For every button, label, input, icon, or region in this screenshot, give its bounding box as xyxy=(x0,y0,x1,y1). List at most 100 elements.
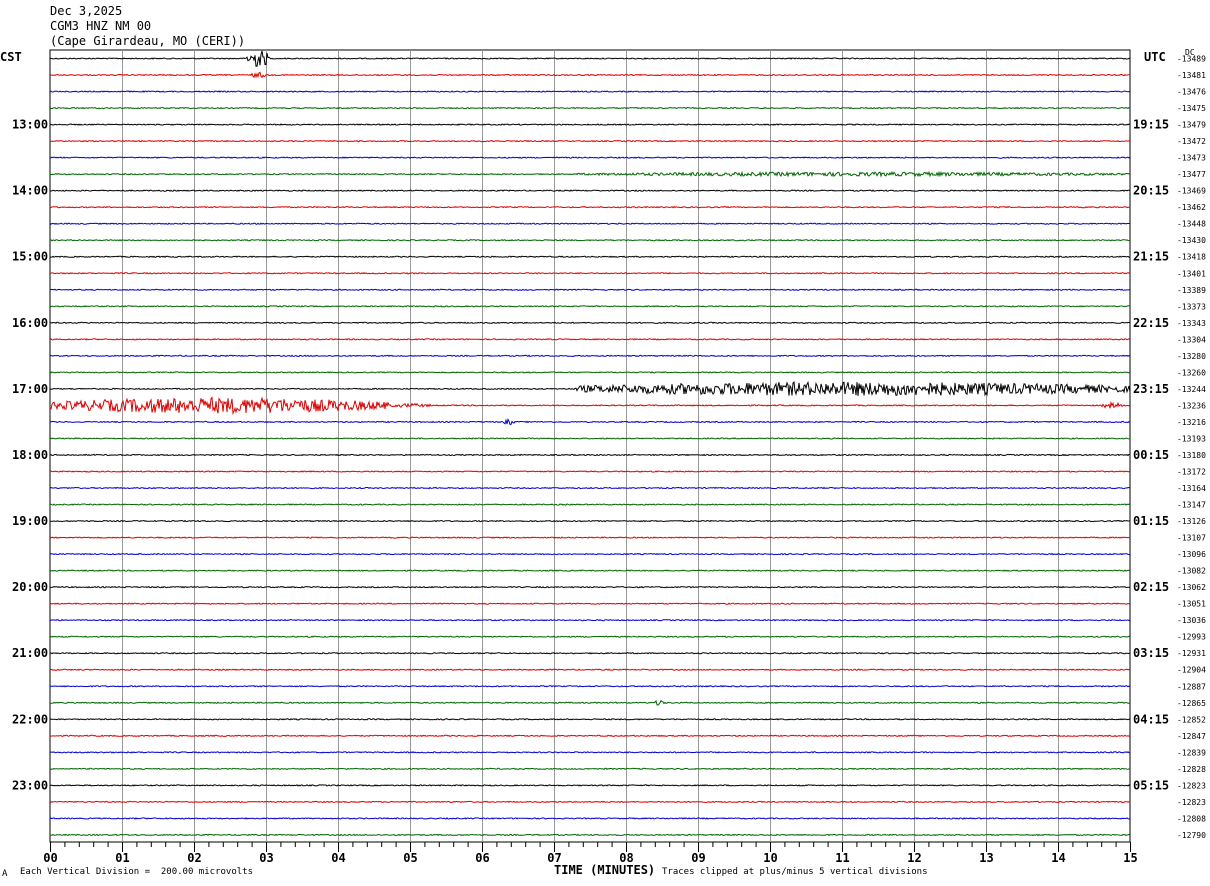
seismic-trace xyxy=(49,651,1131,655)
cst-hour-label: 19:00 xyxy=(12,514,48,528)
utc-hour-label: 01:15 xyxy=(1133,514,1169,528)
seismic-trace xyxy=(49,470,1131,473)
seismic-trace xyxy=(49,784,1131,787)
dc-offset-label: -13216 xyxy=(1177,418,1206,427)
dc-offset-label: -13164 xyxy=(1177,484,1206,493)
seismic-trace xyxy=(49,205,1131,209)
dc-offset-label: -13473 xyxy=(1177,154,1206,163)
utc-hour-label: 21:15 xyxy=(1133,250,1169,264)
seismic-trace xyxy=(49,139,1131,143)
dc-offset-label: -13430 xyxy=(1177,236,1206,245)
x-tick-label: 05 xyxy=(403,851,417,865)
seismic-trace xyxy=(49,734,1131,738)
dc-offset-label: -13389 xyxy=(1177,286,1206,295)
dc-offset-label: -13489 xyxy=(1177,55,1206,64)
seismic-trace xyxy=(49,618,1131,622)
dc-offset-label: -13082 xyxy=(1177,567,1206,576)
cst-hour-label: 17:00 xyxy=(12,382,48,396)
cst-hour-label: 23:00 xyxy=(12,778,48,792)
x-tick-label: 13 xyxy=(979,851,993,865)
dc-offset-label: -13373 xyxy=(1177,302,1206,311)
cst-hour-label: 13:00 xyxy=(12,118,48,132)
seismic-trace xyxy=(49,718,1131,721)
seismic-trace xyxy=(49,453,1131,457)
seismic-trace xyxy=(49,123,1131,126)
seismic-trace xyxy=(49,635,1131,638)
x-axis-title: TIME (MINUTES) xyxy=(554,863,656,877)
x-tick-label: 14 xyxy=(1051,851,1065,865)
dc-offset-label: -13147 xyxy=(1177,501,1206,510)
dc-offset-label: -12790 xyxy=(1177,831,1206,840)
dc-offset-label: -13260 xyxy=(1177,368,1206,377)
plot-frame xyxy=(49,49,1131,843)
seismic-trace xyxy=(49,437,1131,440)
x-tick-label: 11 xyxy=(835,851,849,865)
dc-offset-label: -13304 xyxy=(1177,335,1206,344)
dc-offset-label: -13126 xyxy=(1177,517,1206,526)
dc-offset-label: -13036 xyxy=(1177,616,1206,625)
seismic-trace xyxy=(49,371,1131,374)
seismic-trace xyxy=(49,396,1131,415)
dc-offset-label: -13418 xyxy=(1177,253,1206,262)
dc-offset-label: -12808 xyxy=(1177,814,1206,823)
seismic-trace xyxy=(49,305,1131,308)
utc-hour-label: 00:15 xyxy=(1133,448,1169,462)
utc-hour-label: 22:15 xyxy=(1133,316,1169,330)
cst-hour-label: 21:00 xyxy=(12,646,48,660)
x-tick-label: 02 xyxy=(187,851,201,865)
dc-offset-label: -13051 xyxy=(1177,600,1206,609)
dc-offset-label: -13180 xyxy=(1177,451,1206,460)
x-tick-label: 00 xyxy=(43,851,57,865)
dc-offset-label: -13107 xyxy=(1177,534,1206,543)
seismic-trace xyxy=(49,90,1131,93)
utc-hour-label: 05:15 xyxy=(1133,778,1169,792)
seismic-trace xyxy=(49,189,1130,192)
seismic-trace xyxy=(49,272,1131,275)
seismic-trace xyxy=(49,767,1131,771)
dc-offset-label: -12823 xyxy=(1177,798,1206,807)
x-tick-label: 12 xyxy=(907,851,921,865)
seismic-trace xyxy=(49,418,1131,425)
cst-hour-label: 22:00 xyxy=(12,712,48,726)
cst-hour-label: 16:00 xyxy=(12,316,48,330)
x-tick-label: 10 xyxy=(763,851,777,865)
seismic-trace xyxy=(49,288,1131,292)
seismic-trace xyxy=(50,519,1131,523)
utc-hour-label: 03:15 xyxy=(1133,646,1169,660)
dc-offset-label: -13193 xyxy=(1177,434,1206,443)
dc-offset-label: -13343 xyxy=(1177,319,1206,328)
scale-note: Each Vertical Division = 200.00 microvol… xyxy=(20,867,253,877)
seismic-trace xyxy=(49,817,1131,820)
dc-offset-label: -13469 xyxy=(1177,187,1206,196)
x-tick-label: 01 xyxy=(115,851,129,865)
dc-offset-label: -13401 xyxy=(1177,269,1206,278)
dc-offset-label: -13475 xyxy=(1177,104,1206,113)
x-tick-label: 09 xyxy=(691,851,705,865)
dc-offset-label: -12887 xyxy=(1177,682,1206,691)
seismic-trace xyxy=(49,503,1131,506)
seismic-trace xyxy=(49,800,1131,804)
seismic-trace xyxy=(49,170,1131,178)
helicorder-plot: 00 01 02 03 04 05 06 07 08 09 10 11 12 13 14 15-13489-1… xyxy=(12,49,1206,865)
dc-offset-label: -13280 xyxy=(1177,352,1206,361)
utc-hour-label: 02:15 xyxy=(1133,580,1169,594)
x-tick-label: 03 xyxy=(259,851,273,865)
dc-offset-label: -12847 xyxy=(1177,732,1206,741)
seismic-trace xyxy=(49,381,1131,397)
dc-offset-label: -13479 xyxy=(1177,121,1206,130)
seismic-trace xyxy=(49,833,1131,837)
x-tick-label: 15 xyxy=(1123,851,1137,865)
x-tick-label: 04 xyxy=(331,851,345,865)
dc-offset-label: -13481 xyxy=(1177,71,1206,80)
dc-offset-label: -13244 xyxy=(1177,385,1206,394)
dc-offset-label: -13472 xyxy=(1177,137,1206,146)
seismic-trace xyxy=(49,156,1131,159)
dc-offset-label: -13476 xyxy=(1177,88,1206,97)
dc-offset-label: -13172 xyxy=(1177,468,1206,477)
seismic-trace xyxy=(49,684,1131,688)
utc-hour-label: 19:15 xyxy=(1133,118,1169,132)
seismic-trace xyxy=(50,255,1131,259)
seismic-trace xyxy=(49,569,1130,572)
dc-offset-label: -12852 xyxy=(1177,715,1206,724)
dc-offset-label: -12865 xyxy=(1177,699,1206,708)
